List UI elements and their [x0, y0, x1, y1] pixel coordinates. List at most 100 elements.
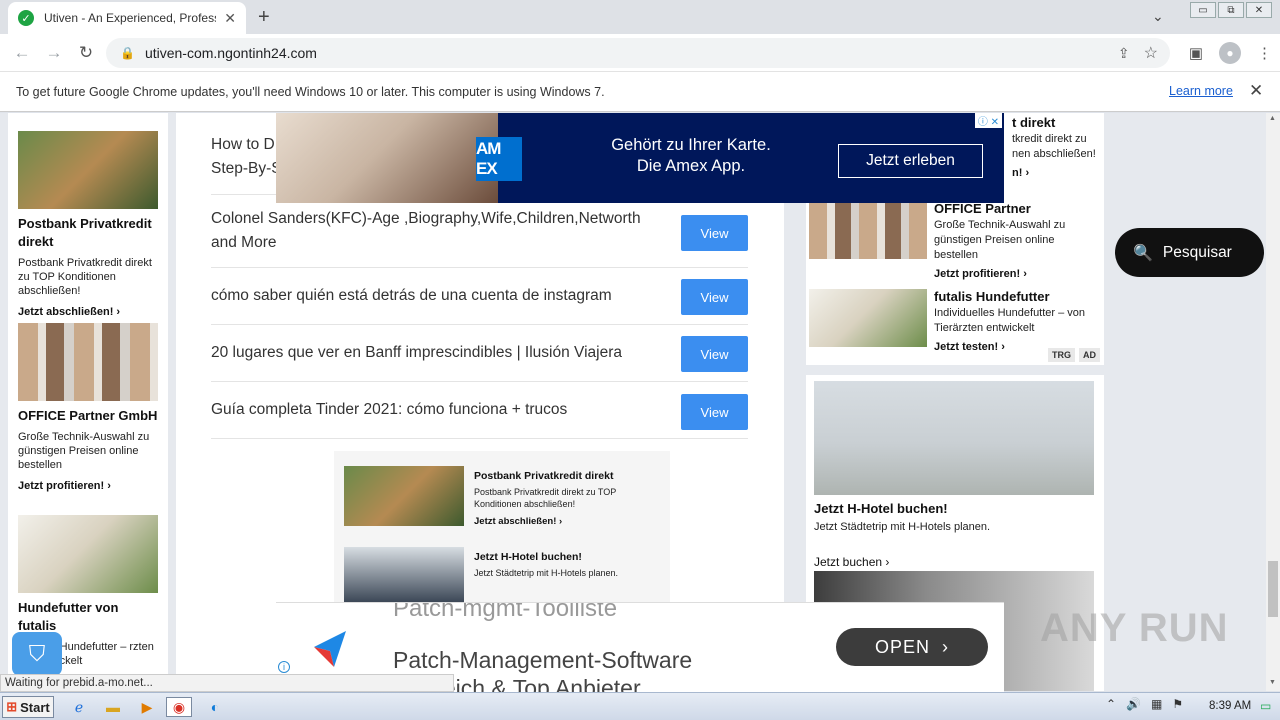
scroll-down-icon[interactable]: ▼: [1269, 679, 1276, 686]
address-bar[interactable]: 🔒 utiven-com.ngontinh24.com ⇪ ☆: [106, 38, 1170, 68]
show-desktop-icon[interactable]: ▭: [1260, 699, 1271, 713]
tab-title: Utiven - An Experienced, Profession: [44, 11, 216, 25]
update-infobar: To get future Google Chrome updates, you…: [0, 72, 1280, 112]
tab-search-chevron-icon[interactable]: ⌄: [1152, 8, 1164, 25]
view-button[interactable]: View: [681, 394, 748, 430]
restore-icon[interactable]: ⧉: [1218, 2, 1244, 18]
ad-label[interactable]: AD: [1079, 348, 1100, 362]
right-ad-futalis[interactable]: futalis Hundefutter Individuelles Hundef…: [809, 289, 1085, 353]
new-tab-icon[interactable]: +: [258, 6, 270, 29]
article-row: 20 lugares que ver en Banff imprescindib…: [211, 325, 748, 382]
pesquisar-label: Pesquisar: [1162, 243, 1232, 261]
amex-logo: AM EX: [476, 137, 522, 181]
search-icon: 🔍: [1133, 244, 1153, 262]
inline-ad-postbank[interactable]: Postbank Privatkredit direkt Postbank Pr…: [344, 466, 616, 527]
amex-line2: Die Amex App.: [636, 157, 746, 175]
shield-icon[interactable]: ⛉: [12, 632, 62, 676]
ad-cta[interactable]: Jetzt profitieren! ›: [18, 480, 160, 492]
volume-icon[interactable]: 🔊: [1126, 697, 1141, 711]
trg-label[interactable]: TRG: [1048, 348, 1075, 362]
article-title[interactable]: 20 lugares que ver en Banff imprescindib…: [211, 341, 661, 365]
view-button[interactable]: View: [681, 336, 748, 372]
reload-icon[interactable]: ↻: [70, 43, 102, 63]
article-title[interactable]: Guía completa Tinder 2021: cómo funciona…: [211, 398, 661, 422]
share-icon[interactable]: ⇪: [1118, 45, 1130, 62]
left-ad-column: Postbank Privatkredit direkt Postbank Pr…: [8, 113, 168, 691]
amex-banner-ad[interactable]: AM EX Gehört zu Ihrer Karte. Die Amex Ap…: [276, 113, 1004, 203]
ad-desc: Große Technik-Auswahl zu günstigen Preis…: [18, 431, 150, 471]
profile-avatar-icon[interactable]: ●: [1219, 42, 1241, 64]
window-close-icon[interactable]: ✕: [1246, 2, 1272, 18]
url-text[interactable]: utiven-com.ngontinh24.com: [145, 45, 317, 61]
article-row: Colonel Sanders(KFC)-Age ,Biography,Wife…: [211, 195, 748, 268]
tab-strip: ✓ Utiven - An Experienced, Profession ✕ …: [0, 0, 1280, 34]
ad-heading: Postbank Privatkredit direkt: [18, 216, 152, 249]
lock-icon[interactable]: 🔒: [120, 46, 135, 60]
ad-desc: Jetzt Städtetrip mit H-Hotels planen.: [814, 521, 991, 533]
network-icon[interactable]: ▦: [1151, 697, 1162, 711]
ad-cta[interactable]: Jetzt abschließen! ›: [474, 516, 654, 527]
ad-image: [18, 323, 158, 401]
article-title[interactable]: Colonel Sanders(KFC)-Age ,Biography,Wife…: [211, 207, 661, 255]
chrome-icon[interactable]: ◉: [166, 697, 192, 717]
flag-icon[interactable]: ⚑: [1172, 697, 1183, 711]
back-icon[interactable]: ←: [6, 43, 38, 63]
start-label: Start: [20, 699, 50, 715]
left-ad-office[interactable]: OFFICE Partner GmbH Große Technik-Auswah…: [18, 323, 160, 492]
open-button[interactable]: OPEN ›: [836, 628, 988, 666]
edge-icon[interactable]: ◐: [202, 697, 228, 717]
check-favicon-icon: ✓: [18, 10, 34, 26]
media-player-icon[interactable]: ▶: [134, 697, 160, 717]
bookmark-star-icon[interactable]: ☆: [1144, 43, 1158, 63]
ad-heading: Jetzt H-Hotel buchen!: [474, 551, 582, 563]
inline-ad-hotel[interactable]: Jetzt H-Hotel buchen! Jetzt Städtetrip m…: [344, 547, 618, 607]
learn-more-link[interactable]: Learn more: [1169, 84, 1233, 98]
page-scrollbar[interactable]: ▲ ▼: [1266, 113, 1280, 691]
ad-info-icon[interactable]: i: [278, 661, 290, 673]
ad-desc: Postbank Privatkredit direkt zu TOP Kond…: [474, 487, 617, 509]
left-ad-postbank[interactable]: Postbank Privatkredit direkt Postbank Pr…: [18, 131, 160, 318]
browser-toolbar: ← → ↻ 🔒 utiven-com.ngontinh24.com ⇪ ☆ ▣ …: [0, 34, 1280, 72]
forward-icon[interactable]: →: [38, 43, 70, 63]
clock[interactable]: 8:39 AM: [1209, 700, 1251, 712]
window-controls: ▭ ⧉ ✕: [1190, 2, 1272, 18]
windows-logo-icon: ⊞: [6, 699, 18, 714]
infobar-close-icon[interactable]: ✕: [1249, 81, 1263, 101]
side-panel-icon[interactable]: ▣: [1189, 44, 1203, 62]
status-bar: Waiting for prebid.a-mo.net...: [0, 674, 454, 692]
ad-ghost-text: Patch-mgmt-Toolliste: [393, 602, 618, 622]
right-ad-office[interactable]: OFFICE Partner Große Technik-Auswahl zu …: [809, 201, 1065, 280]
folder-icon[interactable]: ▬: [100, 697, 126, 717]
ad-image: [276, 113, 498, 203]
pesquisar-button[interactable]: 🔍 Pesquisar: [1115, 228, 1264, 277]
ad-image: [809, 201, 927, 259]
browser-tab[interactable]: ✓ Utiven - An Experienced, Profession ✕: [8, 2, 246, 34]
ad-desc: Postbank Privatkredit direkt zu TOP Kond…: [18, 257, 152, 297]
amex-line1: Gehört zu Ihrer Karte.: [611, 136, 771, 154]
ie-icon[interactable]: ℯ: [66, 697, 92, 717]
ad-desc: Große Technik-Auswahl zu günstigen Preis…: [934, 219, 1066, 261]
tray-arrow-icon[interactable]: ⌃: [1106, 697, 1116, 711]
menu-kebab-icon[interactable]: ⋮: [1257, 44, 1272, 62]
minimize-icon[interactable]: ▭: [1190, 2, 1216, 18]
scroll-up-icon[interactable]: ▲: [1269, 115, 1276, 122]
view-button[interactable]: View: [681, 279, 748, 315]
adchoices-icon[interactable]: ⓘ ✕: [974, 113, 1002, 128]
windows-taskbar: ⊞ Start ℯ ▬ ▶ ◉ ◐ ⌃ 🔊 ▦ ⚑ 8:39 AM ▭: [0, 692, 1280, 720]
scroll-thumb[interactable]: [1268, 561, 1278, 617]
ad-heading: futalis Hundefutter: [934, 289, 1050, 304]
toolbar-right: ▣ ● ⋮: [1189, 42, 1272, 64]
ad-image: [809, 289, 927, 347]
ad-image: [344, 547, 464, 607]
ad-image: [18, 131, 158, 209]
view-button[interactable]: View: [681, 215, 748, 251]
tab-close-icon[interactable]: ✕: [224, 10, 236, 27]
ad-cta[interactable]: Jetzt profitieren! ›: [934, 268, 1099, 280]
amex-cta-button[interactable]: Jetzt erleben: [838, 144, 983, 178]
ad-heading: Postbank Privatkredit direkt: [474, 470, 614, 482]
ad-cta[interactable]: Jetzt buchen ›: [814, 555, 889, 569]
amex-message: Gehört zu Ihrer Karte. Die Amex App.: [526, 135, 856, 177]
article-title[interactable]: cómo saber quién está detrás de una cuen…: [211, 284, 661, 308]
start-button[interactable]: ⊞ Start: [2, 696, 54, 718]
ad-cta[interactable]: Jetzt abschließen! ›: [18, 306, 160, 318]
